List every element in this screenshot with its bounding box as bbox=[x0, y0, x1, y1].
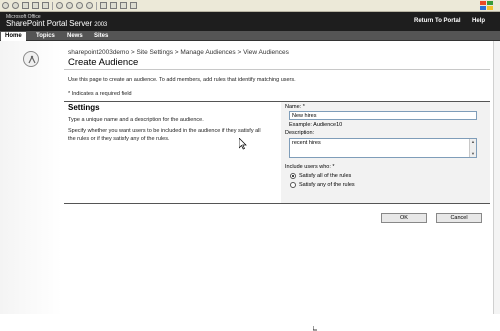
scroll-down-icon[interactable]: ▼ bbox=[471, 151, 475, 156]
page-scrollbar[interactable] bbox=[493, 41, 500, 314]
description-text: recent hires bbox=[292, 140, 321, 146]
toolbar-separator bbox=[96, 1, 97, 10]
name-example: Example: Audience10 bbox=[289, 122, 343, 128]
history-icon[interactable] bbox=[86, 2, 93, 9]
mouse-cursor-icon bbox=[239, 138, 247, 150]
required-field-note: * Indicates a required field bbox=[68, 91, 132, 97]
refresh-icon[interactable] bbox=[32, 2, 39, 9]
resize-grip-icon bbox=[313, 326, 317, 331]
back-icon[interactable] bbox=[2, 2, 9, 9]
settings-heading: Settings bbox=[68, 103, 100, 112]
home-icon[interactable] bbox=[42, 2, 49, 9]
page-title: Create Audience bbox=[68, 57, 139, 68]
stop-icon[interactable] bbox=[22, 2, 29, 9]
toolbar-separator bbox=[52, 1, 53, 10]
tab-news[interactable]: News bbox=[63, 32, 87, 41]
mail-icon[interactable] bbox=[100, 2, 107, 9]
favorites-icon[interactable] bbox=[66, 2, 73, 9]
radio-satisfy-all[interactable] bbox=[290, 173, 296, 179]
title-divider bbox=[64, 69, 490, 70]
left-gutter bbox=[0, 41, 62, 314]
page-instructions: Use this page to create an audience. To … bbox=[68, 77, 296, 83]
print-icon[interactable] bbox=[110, 2, 117, 9]
tab-sites[interactable]: Sites bbox=[90, 32, 112, 41]
settings-bottom-divider bbox=[64, 203, 490, 204]
brand-name-text: SharePoint Portal Server bbox=[6, 19, 93, 28]
radio-satisfy-any-label[interactable]: Satisfy any of the rules bbox=[299, 182, 355, 188]
radio-satisfy-all-label[interactable]: Satisfy all of the rules bbox=[299, 173, 351, 179]
audience-icon bbox=[23, 51, 39, 67]
discuss-icon[interactable] bbox=[130, 2, 137, 9]
windows-logo-icon bbox=[480, 1, 494, 11]
radio-satisfy-any[interactable] bbox=[290, 182, 296, 188]
cancel-button[interactable]: Cancel bbox=[436, 213, 482, 223]
settings-rules-description: Specify whether you want users to be inc… bbox=[68, 128, 261, 142]
settings-section: Settings Type a unique name and a descri… bbox=[64, 101, 490, 204]
portal-header: Microsoft Office SharePoint Portal Serve… bbox=[0, 12, 500, 31]
description-label: Description: bbox=[285, 130, 315, 136]
settings-description: Type a unique name and a description for… bbox=[68, 117, 204, 123]
browser-toolbar bbox=[0, 0, 500, 12]
scroll-up-icon[interactable]: ▲ bbox=[471, 139, 475, 144]
breadcrumb[interactable]: sharepoint2003demo > Site Settings > Man… bbox=[68, 49, 289, 56]
return-to-portal-link[interactable]: Return To Portal bbox=[414, 18, 461, 24]
edit-icon[interactable] bbox=[120, 2, 127, 9]
description-textarea[interactable]: recent hires ▲ ▼ bbox=[289, 138, 477, 158]
include-users-label: Include users who: * bbox=[285, 164, 335, 170]
help-link[interactable]: Help bbox=[472, 18, 485, 24]
search-icon[interactable] bbox=[56, 2, 63, 9]
forward-icon[interactable] bbox=[12, 2, 19, 9]
name-label: Name: * bbox=[285, 104, 305, 110]
tab-topics[interactable]: Topics bbox=[32, 32, 59, 41]
ok-button[interactable]: OK bbox=[381, 213, 427, 223]
tab-home[interactable]: Home bbox=[1, 32, 26, 41]
description-scrollbar[interactable]: ▲ ▼ bbox=[469, 139, 476, 157]
brand-name: SharePoint Portal Server 2003 bbox=[6, 19, 107, 28]
top-navigation: Home Topics News Sites bbox=[0, 31, 500, 41]
name-input[interactable] bbox=[289, 111, 477, 120]
media-icon[interactable] bbox=[76, 2, 83, 9]
status-bar bbox=[0, 314, 500, 331]
brand-year: 2003 bbox=[94, 22, 108, 28]
